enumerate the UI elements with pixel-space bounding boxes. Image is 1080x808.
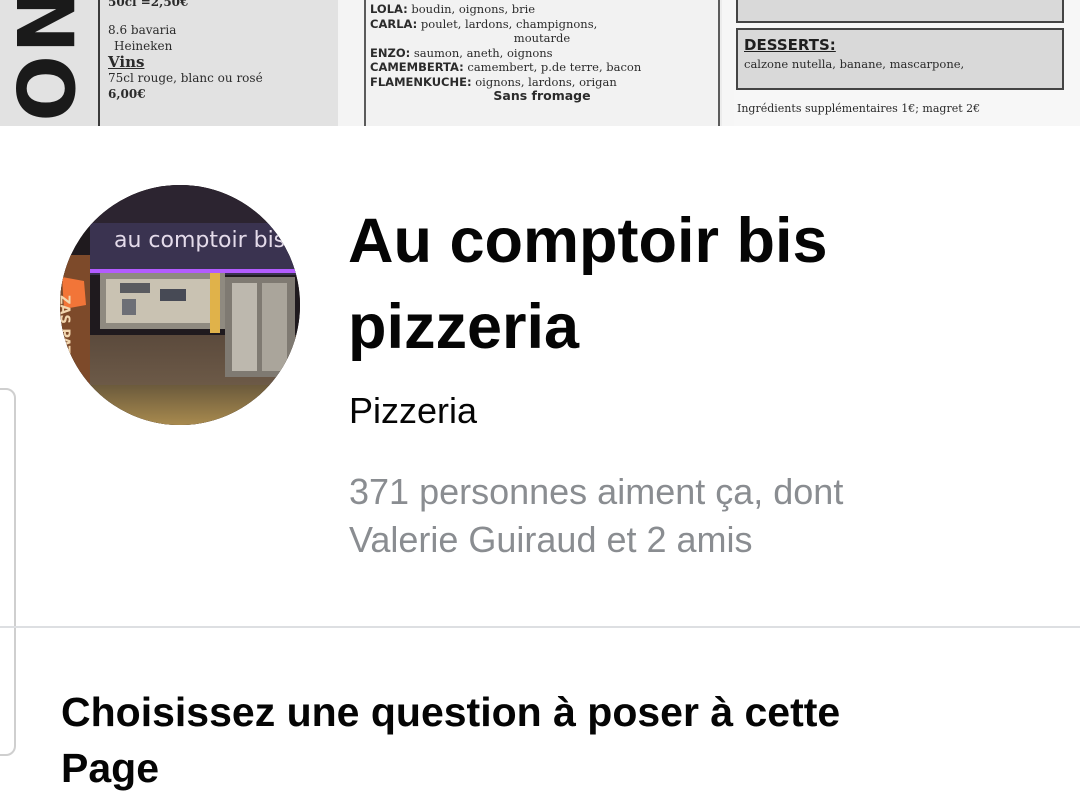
menu-pizza-column: LOLA: boudin, oignons, brie CARLA: poule… [370, 2, 642, 103]
side-panel-edge[interactable] [0, 388, 16, 756]
menu-rule [98, 0, 100, 126]
question-heading-line: Page [61, 745, 159, 791]
cover-photo[interactable]: NOS 50cl =2,50€ 8.6 bavaria Heineken Vin… [0, 0, 1080, 126]
question-heading: Choisissez une question à poser à cette … [61, 684, 1021, 796]
page-profile-picture[interactable]: au comptoir bis ZAS PAT [60, 185, 300, 425]
menu-vertical-heading: NOS [0, 0, 88, 126]
page-title: Au comptoir bis pizzeria [348, 198, 1068, 370]
section-divider [0, 626, 1080, 628]
page-title-line: Au comptoir bis [348, 206, 828, 276]
page-likes-summary[interactable]: 371 personnes aiment ça, dont Valerie Gu… [349, 468, 1049, 564]
menu-box [736, 0, 1064, 23]
likes-line: 371 personnes aiment ça, dont [349, 471, 844, 512]
menu-drinks-column: 50cl =2,50€ 8.6 bavaria Heineken Vins 75… [108, 0, 263, 101]
storefront-image: au comptoir bis ZAS PAT [60, 185, 300, 425]
storefront-side-text: ZAS PAT [60, 295, 72, 355]
menu-gap [338, 0, 364, 126]
question-heading-line: Choisissez une question à poser à cette [61, 689, 841, 735]
page-title-line: pizzeria [348, 292, 580, 362]
menu-desserts-box: DESSERTS: calzone nutella, banane, masca… [736, 28, 1064, 90]
likes-line: Valerie Guiraud et 2 amis [349, 519, 753, 560]
page-category[interactable]: Pizzeria [349, 388, 477, 434]
storefront-sign-text: au comptoir bis [114, 228, 285, 253]
menu-gap [722, 0, 734, 126]
menu-extra-note: Ingrédients supplémentaires 1€; magret 2… [737, 102, 981, 115]
